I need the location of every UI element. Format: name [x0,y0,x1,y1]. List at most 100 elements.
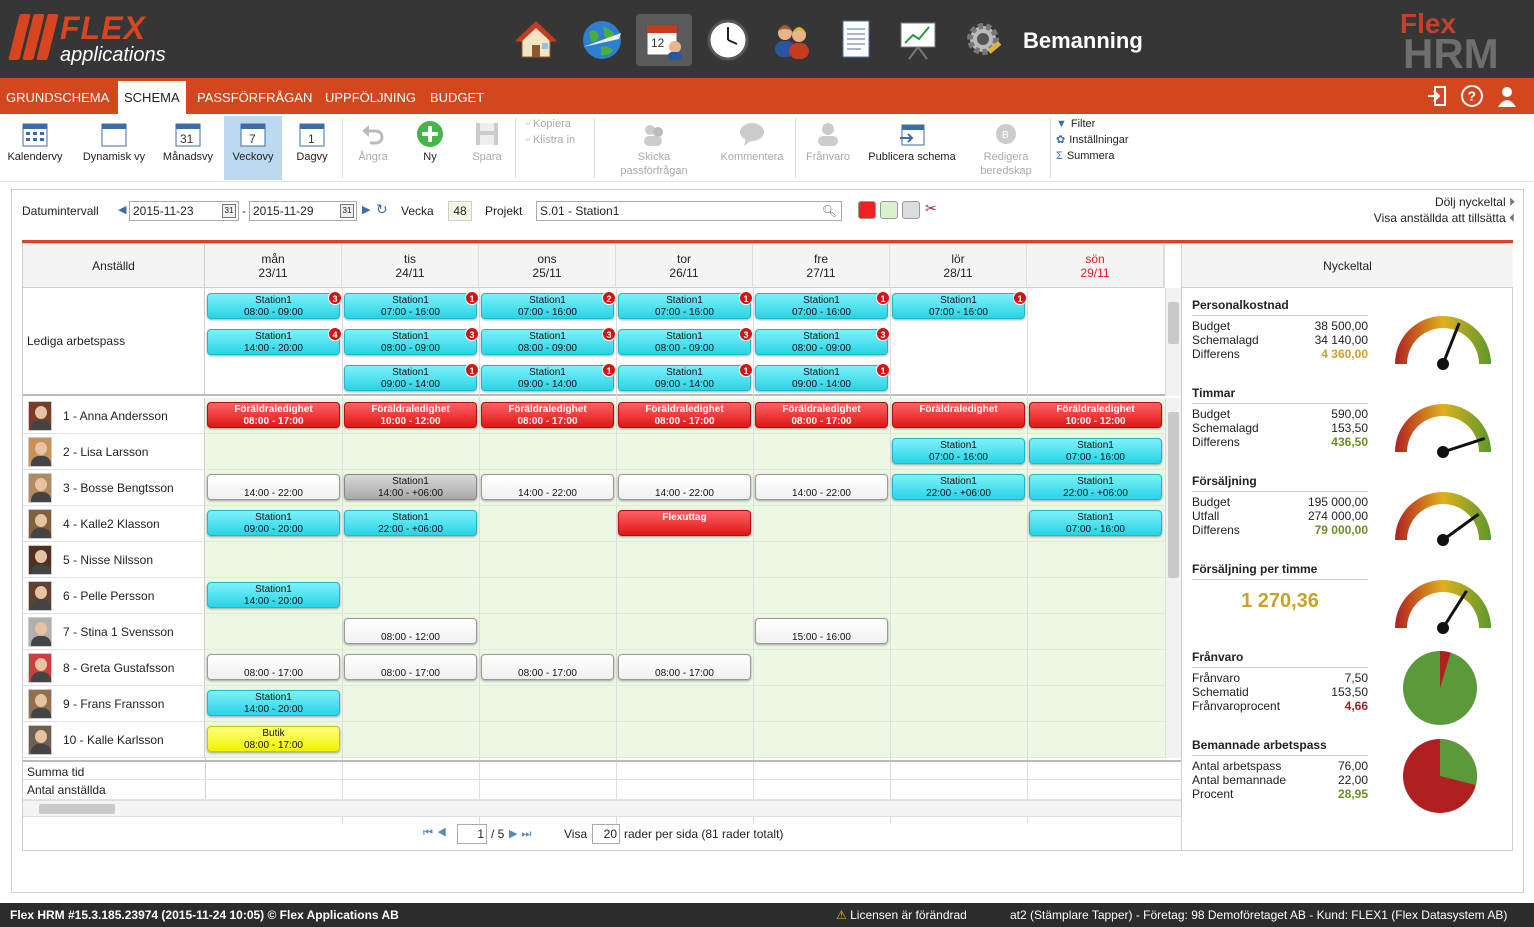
employee-row[interactable]: 7 - Stina 1 Svensson [23,614,205,650]
red-filter-square[interactable] [858,201,876,219]
shift-block[interactable]: Station1 07:00 - 16:00 1 [892,291,1027,319]
settings-gear-icon[interactable] [956,14,1012,66]
shift-block[interactable]: Butik 08:00 - 17:00 [207,726,340,752]
copy-button[interactable]: ▫ Kopiera [526,116,571,132]
shift-block[interactable]: Station1 07:00 - 16:00 [1029,438,1162,464]
employee-row[interactable]: 8 - Greta Gustafsson [23,650,205,686]
users-icon[interactable] [764,14,820,66]
shift-block[interactable]: 14:00 - 22:00 [618,474,751,500]
day-header-mån[interactable]: mån 23/11 [205,244,342,288]
calendar-picker-icon[interactable]: 31 [222,204,236,218]
globe-icon[interactable] [574,14,630,66]
shift-block[interactable]: 14:00 - 22:00 [207,474,340,500]
tab-passforfragan[interactable]: PASSFÖRFRÅGAN [191,81,318,114]
paste-button[interactable]: ▫ Klistra in [526,132,575,148]
tab-budget[interactable]: BUDGET [424,81,490,114]
shift-block[interactable]: 08:00 - 17:00 [344,654,477,680]
horizontal-scrollbar[interactable] [23,800,1181,816]
new-button[interactable]: Ny [410,116,450,180]
refresh-icon[interactable]: ↻ [376,201,388,218]
shift-block[interactable]: Station1 08:00 - 09:00 3 [618,327,753,355]
edit-standby-button[interactable]: B Redigera beredskap [972,116,1040,180]
employee-row[interactable]: 4 - Kalle2 Klasson [23,506,205,542]
employee-row[interactable]: 5 - Nisse Nilsson [23,542,205,578]
tab-uppfoljning[interactable]: UPPFÖLJNING [319,81,422,114]
shift-block[interactable]: Station1 14:00 - 20:00 [207,582,340,608]
shift-block[interactable]: Station1 07:00 - 16:00 2 [481,291,616,319]
date-from-input[interactable]: 2015-11-23 31 [129,201,239,221]
comment-button[interactable]: Kommentera [716,116,788,180]
clock-icon[interactable] [700,14,756,66]
shift-block[interactable]: Station1 22:00 - +06:00 [344,510,477,536]
user-icon[interactable] [1493,82,1521,110]
veckovy-button[interactable]: 7 Veckovy [224,116,282,180]
next-last-icon[interactable]: ▶⏭ [509,827,535,841]
dagvy-button[interactable]: 1 Dagvy [290,116,334,180]
shift-block[interactable]: Station1 14:00 - 20:00 4 [207,327,342,355]
shift-block[interactable]: Station1 14:00 - 20:00 [207,690,340,716]
home-icon[interactable] [508,14,564,66]
schedule-calendar-icon[interactable]: 12 [636,14,692,66]
dynamisk-vy-button[interactable]: Dynamisk vy [78,116,150,180]
rows-per-page-input[interactable]: 20 [592,824,620,844]
license-warning[interactable]: ⚠ Licensen är förändrad [836,903,967,927]
shift-block[interactable]: Station1 08:00 - 09:00 3 [207,291,342,319]
shift-block[interactable]: Föräldraledighet 08:00 - 17:00 [481,402,614,428]
first-prev-icon[interactable]: ⏮◀ [423,827,451,840]
save-button[interactable]: Spara [466,116,508,180]
summarize-button[interactable]: Σ Summera [1056,148,1115,164]
filter-button[interactable]: ▼ Filter [1056,116,1095,132]
shift-block[interactable]: Station1 22:00 - +06:00 [892,474,1025,500]
search-icon[interactable]: 🔍︎ [822,202,837,220]
shift-block[interactable]: Föräldraledighet 10:00 - 12:00 [344,402,477,428]
shift-block[interactable]: Station1 09:00 - 14:00 1 [755,363,890,391]
employee-row[interactable]: 9 - Frans Fransson [23,686,205,722]
shift-block[interactable]: Station1 09:00 - 14:00 1 [618,363,753,391]
prev-week-icon[interactable]: ◀ [118,203,126,216]
shift-block[interactable]: 14:00 - 22:00 [481,474,614,500]
tab-grundschema[interactable]: GRUNDSCHEMA [0,81,115,114]
employee-row[interactable]: 10 - Kalle Karlsson [23,722,205,758]
presentation-chart-icon[interactable] [890,14,946,66]
tab-schema[interactable]: SCHEMA [118,81,186,114]
shift-block[interactable]: Flexuttag [618,510,751,536]
day-header-ons[interactable]: ons 25/11 [479,244,616,288]
shift-block[interactable]: 15:00 - 16:00 [755,618,888,644]
shift-block[interactable]: 14:00 - 22:00 [755,474,888,500]
shift-block[interactable]: Station1 07:00 - 16:00 1 [618,291,753,319]
day-header-tor[interactable]: tor 26/11 [616,244,753,288]
shift-block[interactable]: Station1 07:00 - 16:00 1 [755,291,890,319]
shift-block[interactable]: 08:00 - 17:00 [481,654,614,680]
shift-block[interactable]: Föräldraledighet 08:00 - 17:00 [755,402,888,428]
shift-block[interactable]: Föräldraledighet [892,402,1025,428]
project-input[interactable]: S.01 - Station1 🔍︎ [536,201,842,221]
grey-filter-square[interactable] [902,201,920,219]
logout-icon[interactable] [1423,82,1451,110]
show-employees-link[interactable]: Visa anställda att tillsätta ⏴ [1374,211,1515,226]
shift-block[interactable]: Föräldraledighet 08:00 - 17:00 [207,402,340,428]
document-icon[interactable] [828,14,884,66]
shift-block[interactable]: Station1 22:00 - +06:00 [1029,474,1162,500]
send-shift-request-button[interactable]: Skicka passförfrågan [612,116,696,180]
shift-block[interactable]: Station1 08:00 - 09:00 3 [481,327,616,355]
shift-block[interactable]: Föräldraledighet 08:00 - 17:00 [618,402,751,428]
shift-block[interactable]: 08:00 - 17:00 [618,654,751,680]
day-header-sön[interactable]: sön 29/11 [1027,244,1164,288]
shift-block[interactable]: Station1 14:00 - +06:00 [344,474,477,500]
shift-block[interactable]: Station1 07:00 - 16:00 [892,438,1025,464]
calendar-picker-icon[interactable]: 31 [340,204,354,218]
shift-block[interactable]: Station1 07:00 - 16:00 1 [344,291,479,319]
employee-row[interactable]: 6 - Pelle Persson [23,578,205,614]
shift-block[interactable]: 08:00 - 17:00 [207,654,340,680]
open-shifts-scrollbar[interactable] [1165,288,1181,396]
kalendervy-button[interactable]: Kalendervy [4,116,66,180]
day-header-tis[interactable]: tis 24/11 [342,244,479,288]
employee-row[interactable]: 3 - Bosse Bengtsson [23,470,205,506]
page-input[interactable]: 1 [457,824,487,844]
publish-schedule-button[interactable]: Publicera schema [864,116,960,180]
manadsvy-button[interactable]: 31 Månadsvy [160,116,216,180]
shift-block[interactable]: Station1 08:00 - 09:00 3 [344,327,479,355]
shift-block[interactable]: Station1 08:00 - 09:00 3 [755,327,890,355]
shift-block[interactable]: 08:00 - 12:00 [344,618,477,644]
employee-row[interactable]: 1 - Anna Andersson [23,398,205,434]
